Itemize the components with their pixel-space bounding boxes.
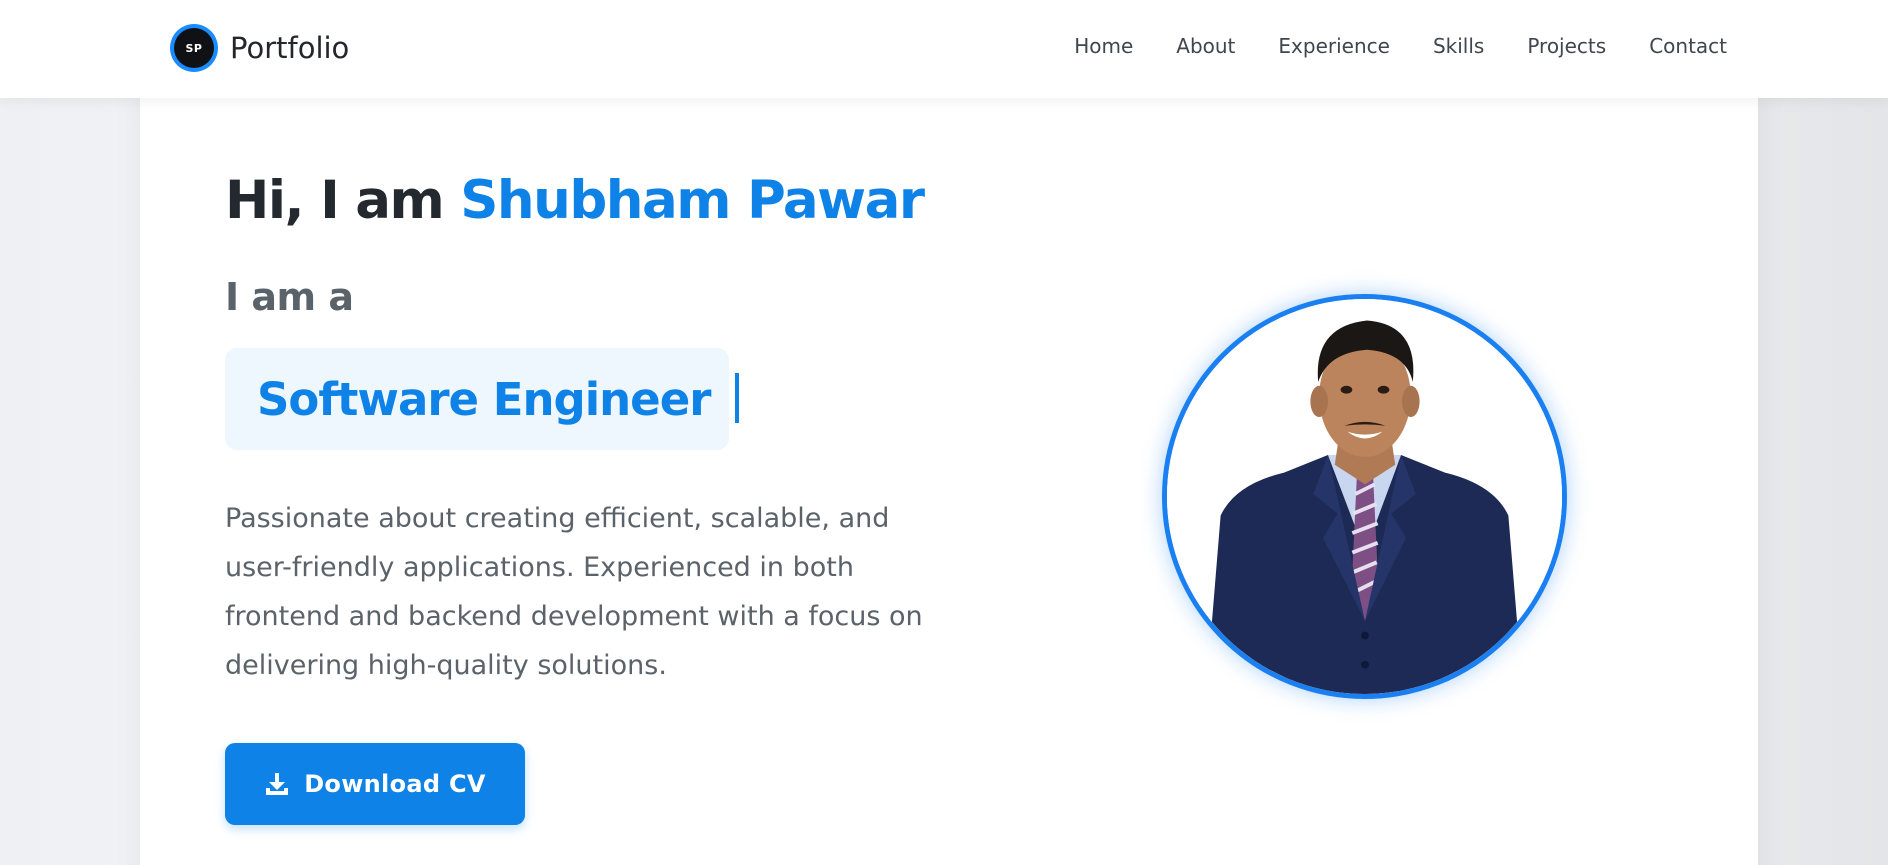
nav-link-skills[interactable]: Skills	[1433, 34, 1484, 58]
brand-logo-text: SP	[174, 28, 214, 68]
nav-link-contact[interactable]: Contact	[1649, 34, 1727, 58]
hero-heading: Hi, I am Shubham Pawar	[225, 170, 925, 231]
typed-role: Software Engineer	[257, 372, 711, 426]
hero-name: Shubham Pawar	[460, 170, 925, 231]
profile-illustration	[1167, 299, 1562, 694]
nav-link-projects[interactable]: Projects	[1527, 34, 1606, 58]
role-box: Software Engineer	[225, 348, 729, 450]
nav-link-about[interactable]: About	[1176, 34, 1235, 58]
download-icon	[264, 771, 290, 797]
greeting-prefix: Hi, I am	[225, 170, 445, 231]
navbar: SP Portfolio Home About Experience Skill…	[0, 0, 1888, 98]
brand-logo: SP	[170, 24, 218, 72]
hero-description: Passionate about creating efficient, sca…	[225, 503, 923, 681]
download-cv-label: Download CV	[304, 770, 486, 798]
download-cv-button[interactable]: Download CV	[225, 743, 525, 825]
hero-subtitle: I am a	[225, 275, 354, 319]
brand-name: Portfolio	[230, 31, 350, 65]
brand[interactable]: SP Portfolio	[170, 24, 349, 72]
nav-link-experience[interactable]: Experience	[1278, 34, 1390, 58]
typing-cursor	[735, 373, 739, 423]
profile-photo	[1162, 294, 1567, 699]
nav-link-home[interactable]: Home	[1074, 34, 1133, 58]
nav-links: Home About Experience Skills Projects Co…	[1074, 34, 1727, 58]
